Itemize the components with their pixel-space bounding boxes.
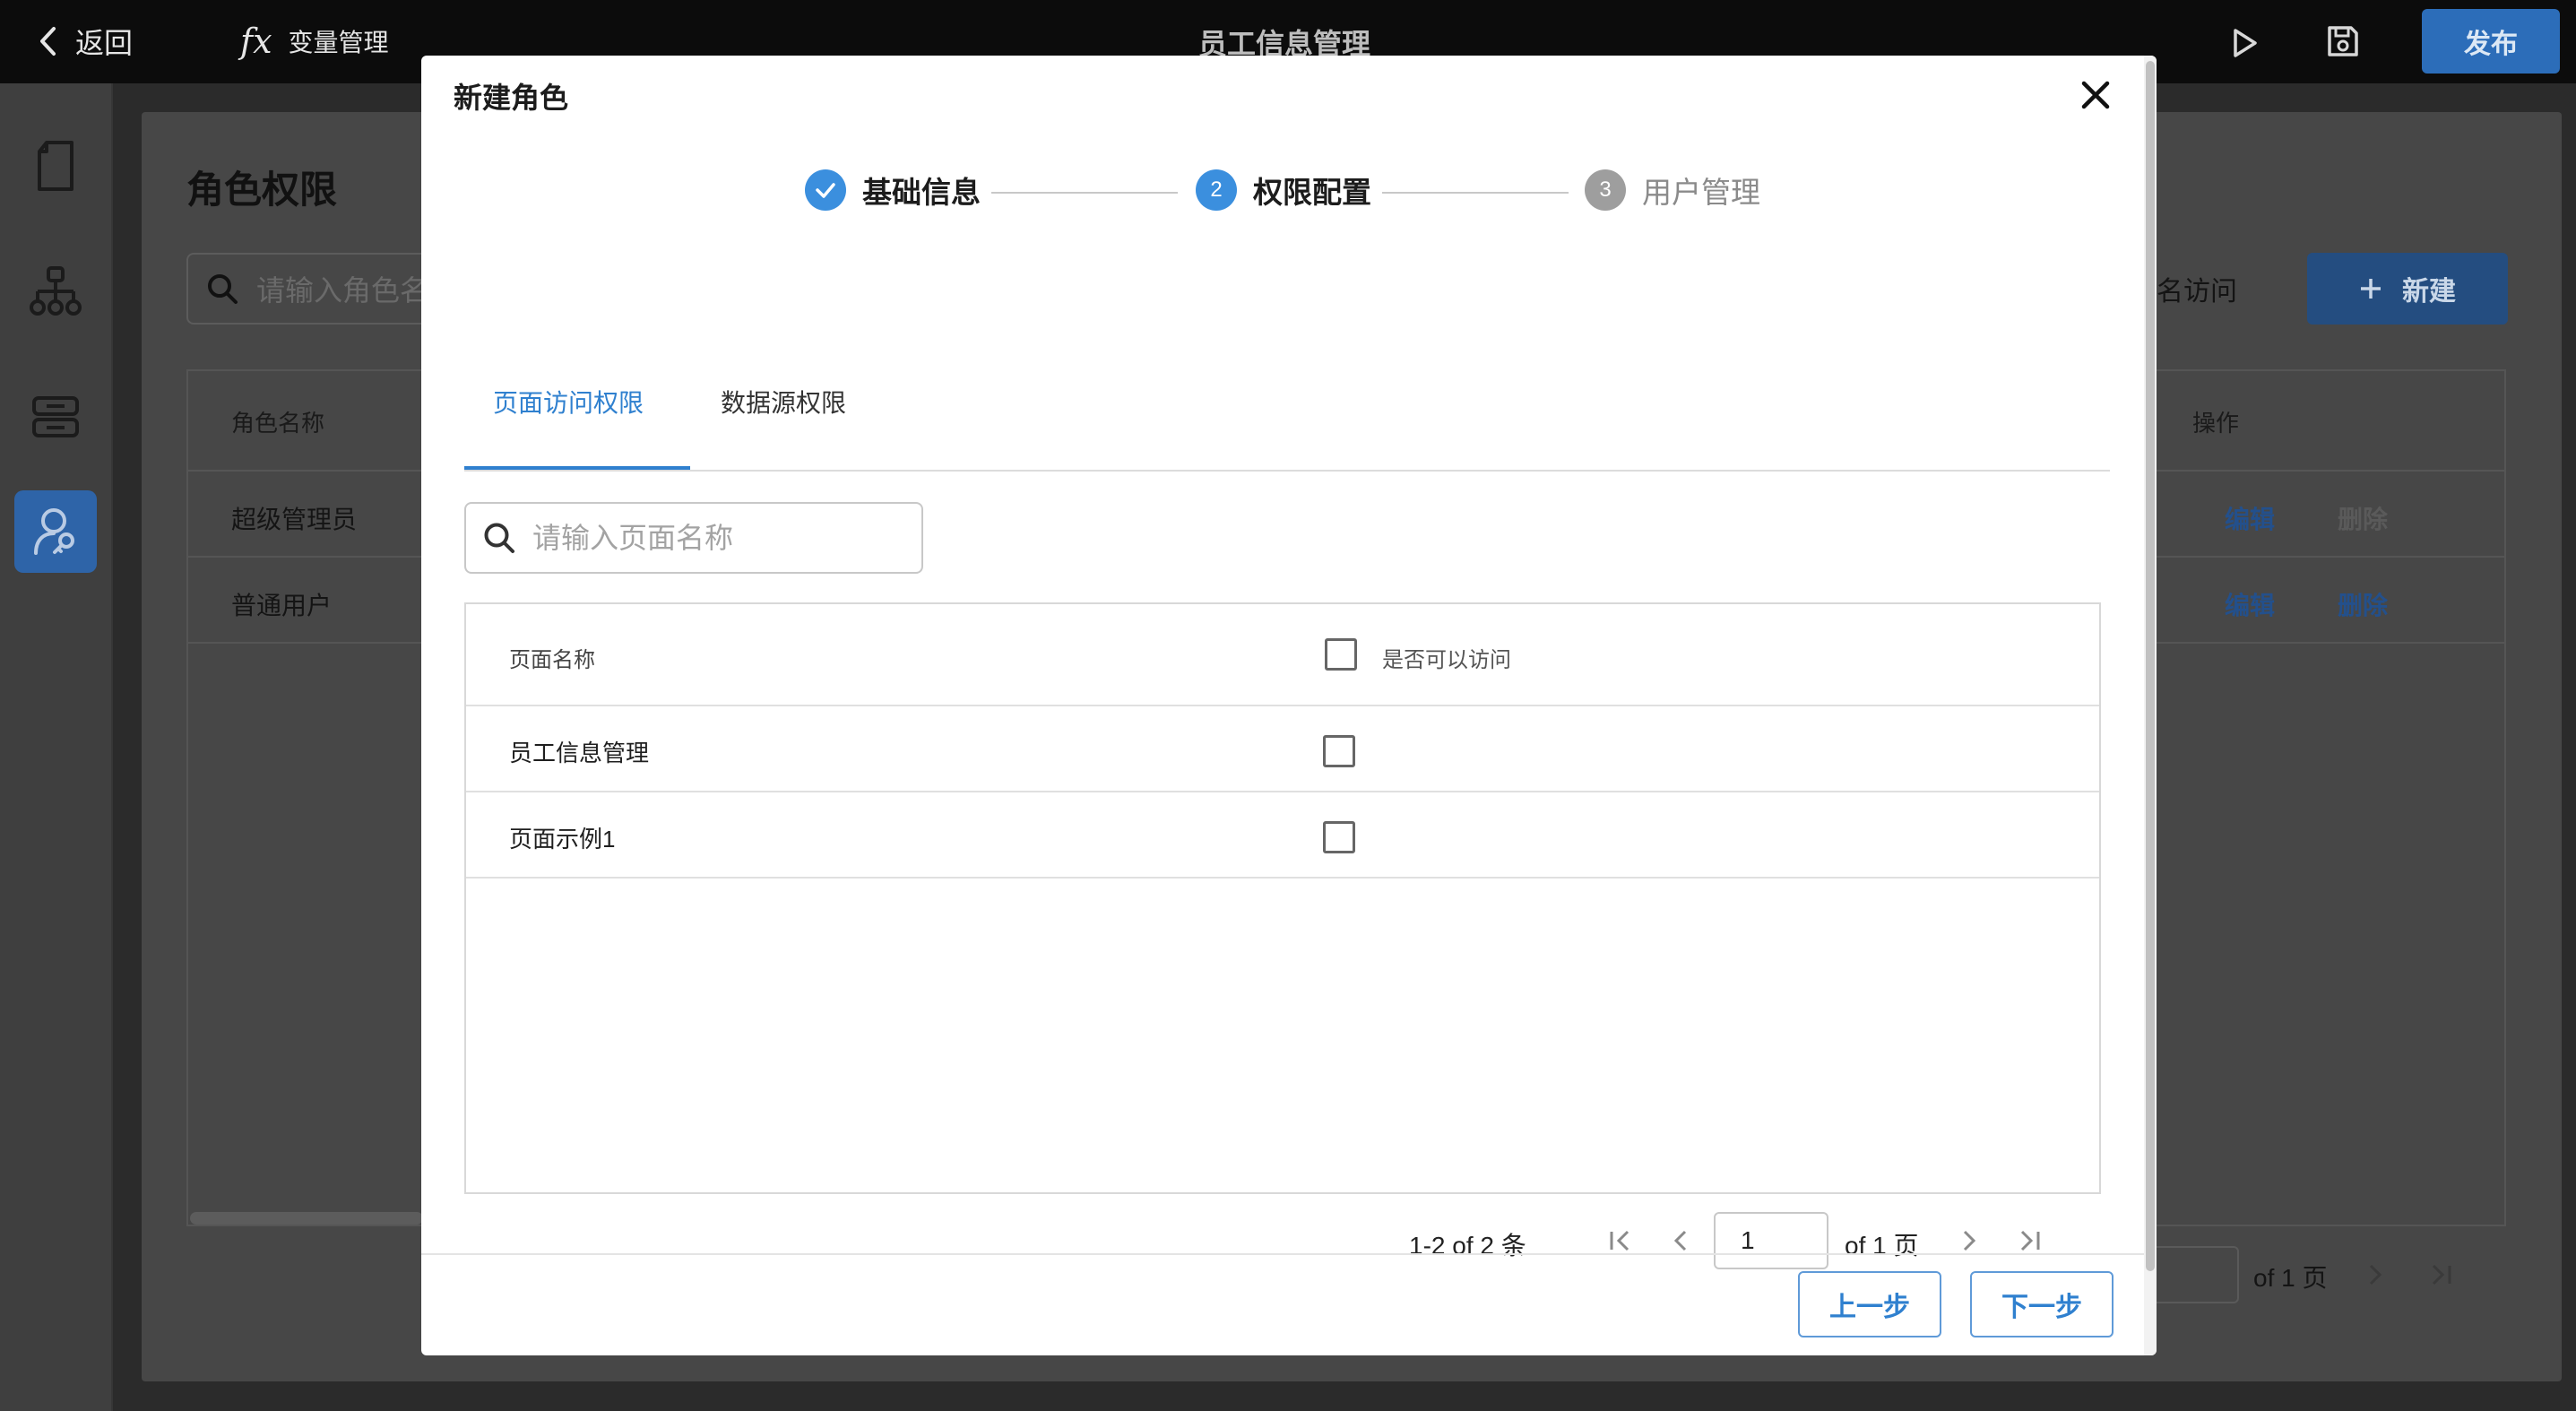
close-icon[interactable] [2074, 74, 2117, 117]
sidebar-item-pages[interactable] [14, 125, 97, 207]
user-key-icon [34, 508, 74, 555]
page-title: 角色权限 [186, 169, 338, 211]
column-header-role-name: 角色名称 [231, 410, 325, 437]
scrollbar-thumb[interactable] [2146, 61, 2155, 1271]
pager-count: 1-2 of 2 条 [1409, 1232, 1526, 1260]
step-permission-config: 2 权限配置 [1196, 169, 1371, 212]
tab-datasource-permission[interactable]: 数据源权限 [721, 384, 846, 420]
role-edit-link[interactable]: 编辑 [2225, 586, 2275, 622]
dialog-scrollbar[interactable] [2144, 56, 2157, 1355]
step-number: 2 [1196, 169, 1237, 211]
step-basic-info: 基础信息 [805, 169, 981, 212]
search-icon [484, 523, 514, 553]
page-number-input[interactable] [1714, 1212, 1828, 1269]
back-button[interactable]: 返回 [38, 22, 133, 61]
tab-divider [464, 470, 2110, 472]
page-permission-table: 页面名称 是否可以访问 员工信息管理 页面示例1 [464, 602, 2101, 1194]
sidebar-item-datasource[interactable] [14, 376, 97, 458]
role-row-name: 普通用户 [231, 592, 333, 619]
chevron-right-icon[interactable] [2364, 1260, 2386, 1289]
org-tree-icon [30, 266, 82, 316]
table-header: 页面名称 是否可以访问 [466, 604, 2099, 706]
dialog-title: 新建角色 [454, 82, 569, 114]
next-step-button[interactable]: 下一步 [1970, 1271, 2114, 1337]
horizontal-scrollbar[interactable] [190, 1212, 423, 1225]
page-search-field[interactable] [464, 502, 923, 574]
step-label: 权限配置 [1253, 176, 1371, 209]
file-icon [38, 141, 73, 191]
role-search-placeholder: 请输入角色名 [256, 274, 429, 307]
step-number: 3 [1585, 169, 1626, 211]
footer-divider [421, 1253, 2144, 1255]
column-header-actions: 操作 [2192, 410, 2240, 437]
step-connector [991, 192, 1178, 194]
play-icon[interactable] [2225, 23, 2264, 63]
new-role-dialog: 新建角色 基础信息 2 权限配置 3 用户管理 页面访问权限 数据源权限 页面名… [421, 56, 2157, 1355]
step-label: 用户管理 [1642, 176, 1760, 209]
role-edit-link[interactable]: 编辑 [2225, 500, 2275, 536]
prev-step-button[interactable]: 上一步 [1798, 1271, 1941, 1337]
save-icon[interactable] [2323, 22, 2363, 61]
anonymous-access-label[interactable]: 名访问 [2157, 269, 2237, 308]
bg-page-input[interactable] [2149, 1246, 2239, 1303]
sidebar-item-structure[interactable] [14, 250, 97, 333]
step-label: 基础信息 [862, 176, 981, 209]
back-label: 返回 [75, 27, 134, 59]
role-row-name: 超级管理员 [231, 506, 358, 533]
column-header-access: 是否可以访问 [1382, 648, 1511, 672]
publish-button[interactable]: 发布 [2422, 9, 2560, 74]
sidebar-item-roles[interactable] [14, 490, 97, 573]
step-connector [1382, 192, 1569, 194]
access-checkbox[interactable] [1323, 821, 1355, 853]
page-name-cell: 页面示例1 [509, 826, 616, 853]
database-icon [32, 396, 79, 437]
role-delete-link[interactable]: 删除 [2338, 586, 2388, 622]
role-delete-link[interactable]: 删除 [2338, 500, 2388, 536]
page-search-input[interactable] [532, 521, 891, 555]
bg-pager-total: of 1 页 [2253, 1264, 2328, 1292]
tab-active-indicator [464, 466, 690, 470]
page-name-cell: 员工信息管理 [509, 740, 650, 766]
new-role-button[interactable]: 新建 [2307, 253, 2508, 325]
variables-label: 变量管理 [288, 29, 389, 56]
variables-button[interactable]: fx 变量管理 [240, 20, 389, 63]
chevron-left-icon [40, 27, 56, 56]
fx-icon: fx [240, 22, 272, 61]
new-role-label: 新建 [2402, 277, 2456, 307]
search-icon [208, 274, 238, 304]
tab-page-access[interactable]: 页面访问权限 [493, 384, 644, 420]
plus-icon [2361, 279, 2381, 299]
table-row: 页面示例1 [466, 792, 2099, 879]
left-sidebar [0, 83, 113, 1411]
check-icon [805, 169, 846, 211]
pager-total: of 1 页 [1845, 1232, 1919, 1260]
access-checkbox[interactable] [1323, 735, 1355, 767]
last-page-icon[interactable] [2429, 1260, 2456, 1289]
select-all-checkbox[interactable] [1325, 638, 1357, 671]
role-search-input[interactable]: 请输入角色名 [186, 253, 455, 325]
column-header-page-name: 页面名称 [509, 648, 595, 672]
step-user-management: 3 用户管理 [1585, 169, 1760, 212]
table-row: 员工信息管理 [466, 706, 2099, 792]
